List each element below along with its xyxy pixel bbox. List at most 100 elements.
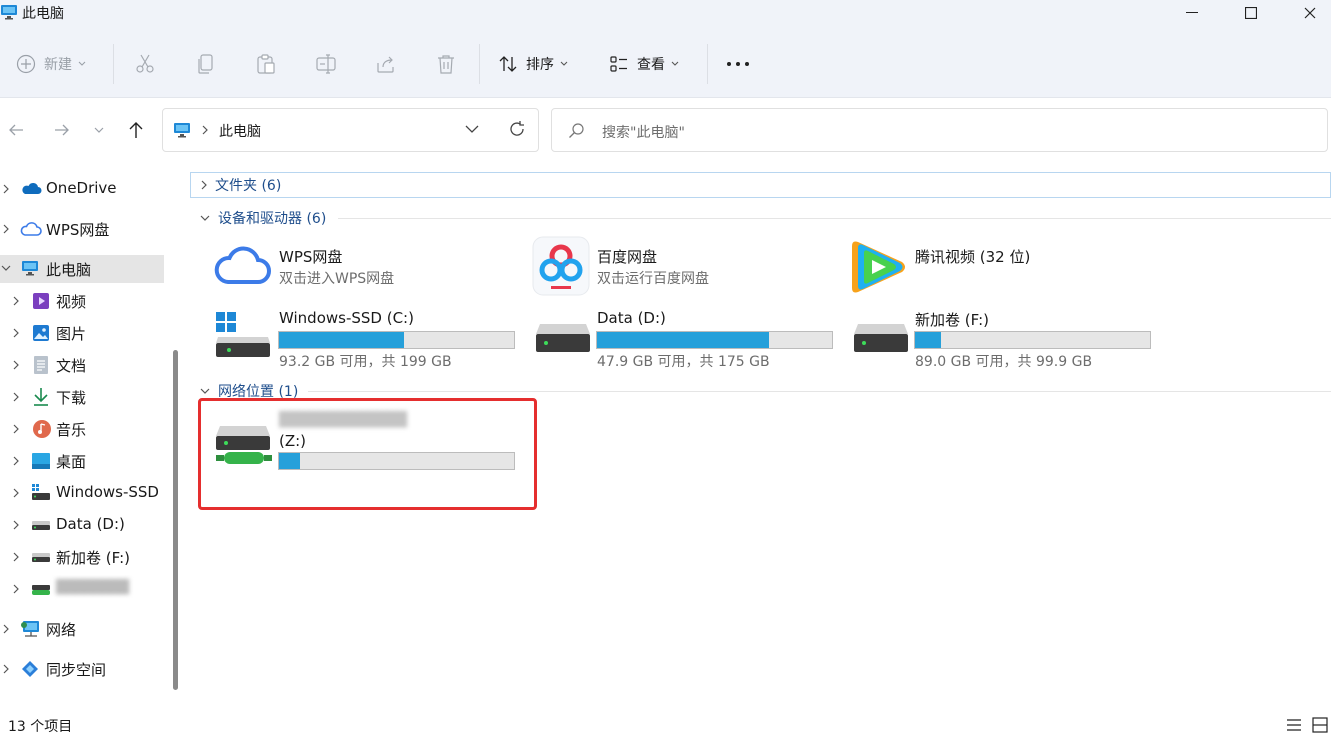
sidebar-item-wps-cloud[interactable]: WPS网盘 xyxy=(0,215,164,243)
chevron-right-icon[interactable] xyxy=(13,360,23,370)
drive-f[interactable]: 新加卷 (F:) 89.0 GB 可用，共 99.9 GB xyxy=(848,306,1158,372)
chevron-down-icon[interactable] xyxy=(1,265,11,275)
address-bar[interactable]: 此电脑 xyxy=(162,108,539,152)
device-baidu-netdisk[interactable]: 百度网盘 双击运行百度网盘 xyxy=(530,236,830,296)
sidebar-item-label: 图片 xyxy=(56,325,87,343)
paste-button[interactable] xyxy=(255,48,277,80)
sidebar-item-new-volume-f[interactable]: 新加卷 (F:) xyxy=(0,543,164,571)
more-options-button[interactable] xyxy=(726,48,750,80)
forward-button[interactable] xyxy=(50,118,74,142)
device-name: 百度网盘 xyxy=(597,248,658,266)
sidebar-item-onedrive[interactable]: OneDrive xyxy=(0,175,164,203)
drive-space: 89.0 GB 可用，共 99.9 GB xyxy=(915,354,1093,370)
chevron-right-icon[interactable] xyxy=(13,456,23,466)
chevron-right-icon[interactable] xyxy=(3,184,13,194)
chevron-right-icon[interactable] xyxy=(3,624,13,634)
address-location[interactable]: 此电脑 xyxy=(219,121,261,141)
chevron-right-icon[interactable] xyxy=(13,296,23,306)
system-drive-icon xyxy=(31,483,51,503)
chevron-down-icon xyxy=(200,215,210,221)
system-drive-icon xyxy=(214,310,272,360)
drive-c[interactable]: Windows-SSD (C:) 93.2 GB 可用，共 199 GB xyxy=(210,306,520,372)
chevron-down-icon xyxy=(78,61,86,67)
tencent-video-icon xyxy=(848,238,910,296)
sidebar-item-label: OneDrive xyxy=(46,179,117,197)
group-divider xyxy=(338,218,1331,219)
group-header-folders[interactable]: 文件夹 (6) xyxy=(190,172,1331,198)
copy-button[interactable] xyxy=(195,48,217,80)
sidebar-item-label: 新加卷 (F:) xyxy=(56,549,130,567)
up-button[interactable] xyxy=(124,118,148,142)
chevron-right-icon[interactable] xyxy=(3,664,13,674)
sidebar-item-network[interactable]: 网络 xyxy=(0,615,164,643)
drive-icon xyxy=(31,547,51,567)
sidebar-item-windows-ssd[interactable]: Windows-SSD ( xyxy=(0,479,164,507)
details-view-icon[interactable] xyxy=(1286,718,1302,732)
recent-locations-button[interactable] xyxy=(87,118,111,142)
share-button[interactable] xyxy=(375,48,397,80)
chevron-down-icon xyxy=(200,388,210,394)
back-button[interactable] xyxy=(4,118,28,142)
new-button[interactable]: 新建 xyxy=(16,48,86,80)
chevron-right-icon[interactable] xyxy=(13,488,23,498)
videos-icon xyxy=(32,291,52,311)
toolbar-divider xyxy=(479,44,480,84)
wps-cloud-icon xyxy=(20,219,42,239)
sidebar-item-label: 下载 xyxy=(56,389,87,407)
sidebar-item-data-d[interactable]: Data (D:) xyxy=(0,511,164,539)
copy-icon xyxy=(195,53,217,75)
sidebar-item-label: 音乐 xyxy=(56,421,87,439)
drive-space: 47.9 GB 可用，共 175 GB xyxy=(597,354,770,370)
search-input[interactable]: 搜索"此电脑" xyxy=(602,122,685,142)
chevron-right-icon[interactable] xyxy=(13,328,23,338)
arrow-left-icon xyxy=(8,123,24,137)
sidebar-item-network-drive[interactable]: ████████ xyxy=(0,575,164,603)
drive-space: 93.2 GB 可用，共 199 GB xyxy=(279,354,452,370)
sort-button[interactable]: 排序 xyxy=(498,48,568,80)
chevron-down-icon xyxy=(94,127,104,133)
wps-cloud-icon xyxy=(214,242,272,288)
drive-d[interactable]: Data (D:) 47.9 GB 可用，共 175 GB xyxy=(530,306,840,372)
sidebar-item-documents[interactable]: 文档 xyxy=(0,351,164,379)
device-description: 双击运行百度网盘 xyxy=(597,271,709,287)
sidebar-item-desktop[interactable]: 桌面 xyxy=(0,447,164,475)
chevron-right-icon[interactable] xyxy=(13,520,23,530)
rename-button[interactable] xyxy=(315,48,337,80)
drive-usage-bar xyxy=(914,331,1151,349)
sidebar-item-this-pc[interactable]: 此电脑 xyxy=(0,255,164,283)
window-title: 此电脑 xyxy=(22,6,64,22)
status-bar: 13 个项目 xyxy=(0,712,1331,736)
sidebar-item-label: Data (D:) xyxy=(56,515,125,533)
device-tencent-video[interactable]: 腾讯视频 (32 位) xyxy=(848,236,1148,296)
sidebar-item-label: 此电脑 xyxy=(46,261,92,279)
chevron-right-icon[interactable] xyxy=(3,224,13,234)
sidebar-item-downloads[interactable]: 下载 xyxy=(0,383,164,411)
chevron-right-icon[interactable] xyxy=(13,424,23,434)
sidebar-item-sync-space[interactable]: 同步空间 xyxy=(0,655,164,683)
sidebar-scrollbar[interactable] xyxy=(173,350,178,690)
chevron-right-icon[interactable] xyxy=(13,392,23,402)
view-button[interactable]: 查看 xyxy=(609,48,679,80)
sidebar-item-music[interactable]: 音乐 xyxy=(0,415,164,443)
rename-icon xyxy=(315,53,337,75)
cut-button[interactable] xyxy=(134,48,156,80)
sidebar-item-label: ████████ xyxy=(56,580,129,595)
maximize-button[interactable] xyxy=(1228,0,1274,26)
command-bar: 新建 排序 查看 xyxy=(0,30,1331,98)
sidebar-item-label: WPS网盘 xyxy=(46,221,110,239)
refresh-icon[interactable] xyxy=(508,120,526,138)
device-description: 双击进入WPS网盘 xyxy=(279,271,395,287)
sidebar-item-videos[interactable]: 视频 xyxy=(0,287,164,315)
chevron-right-icon[interactable] xyxy=(13,552,23,562)
delete-button[interactable] xyxy=(435,48,457,80)
minimize-button[interactable] xyxy=(1169,0,1215,26)
sidebar-item-pictures[interactable]: 图片 xyxy=(0,319,164,347)
device-wps-cloud[interactable]: WPS网盘 双击进入WPS网盘 xyxy=(210,236,510,294)
drive-icon xyxy=(534,320,592,356)
chevron-right-icon[interactable] xyxy=(13,584,23,594)
sidebar-item-label: 网络 xyxy=(46,621,77,639)
close-button[interactable] xyxy=(1287,0,1331,26)
address-dropdown-icon[interactable] xyxy=(465,125,479,133)
search-box[interactable]: 搜索"此电脑" xyxy=(551,108,1328,152)
tiles-view-icon[interactable] xyxy=(1312,717,1328,733)
